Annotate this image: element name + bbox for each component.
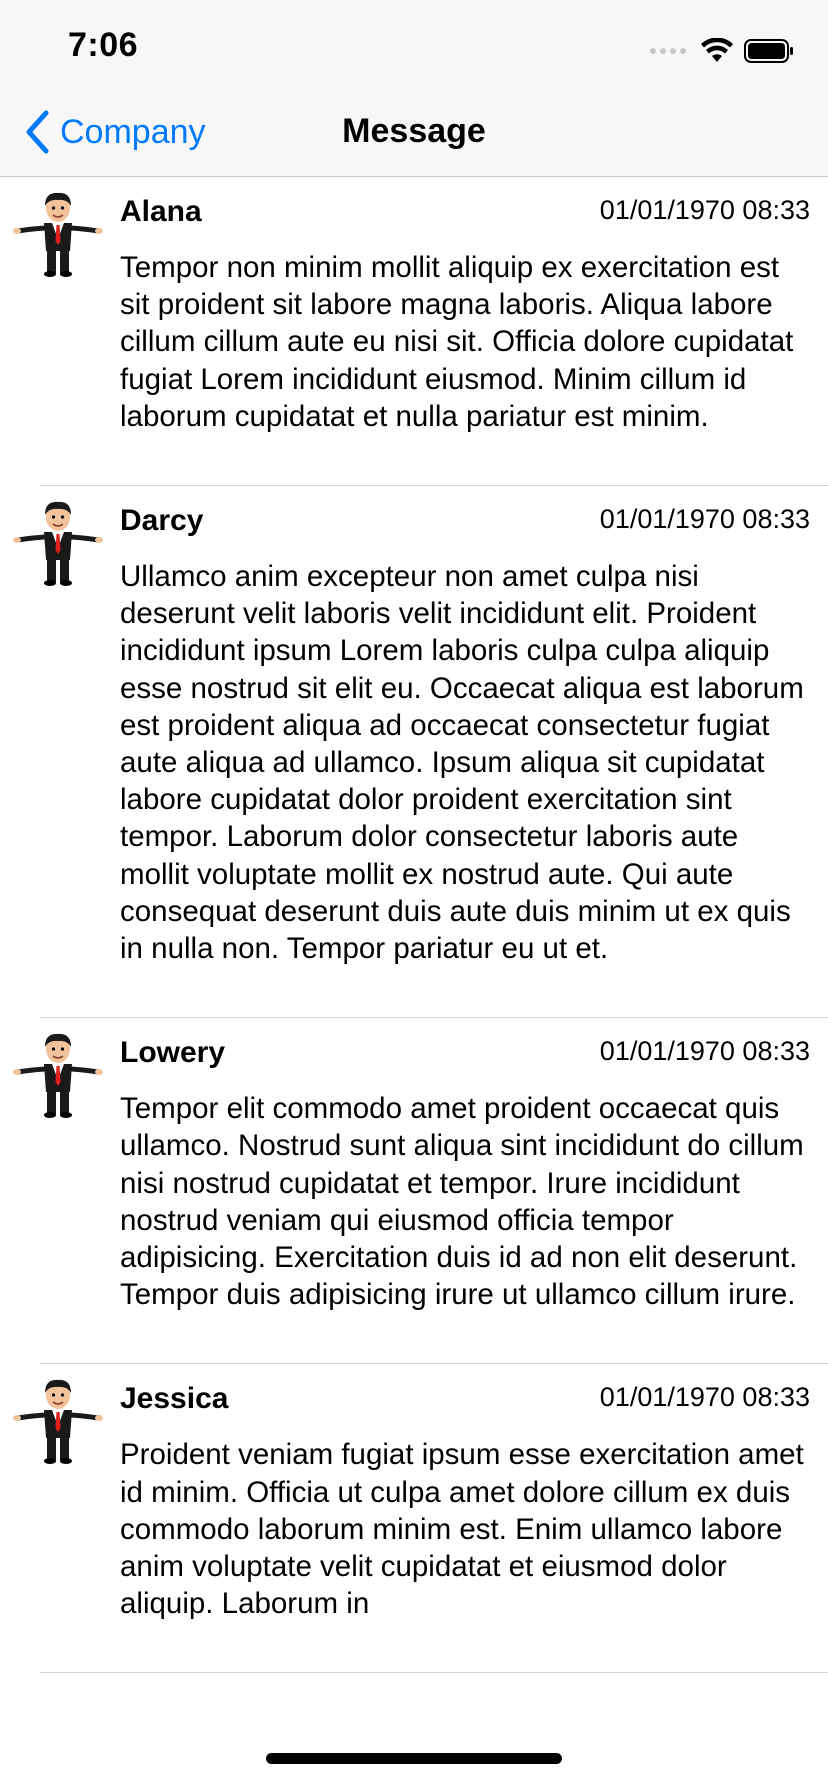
message-timestamp: 01/01/1970 08:33 [599, 195, 810, 225]
message-row[interactable]: Alana 01/01/1970 08:33 Tempor non minim … [13, 177, 828, 487]
businessman-avatar-icon [13, 1034, 103, 1119]
wifi-icon [701, 38, 733, 62]
page-title: Message [342, 112, 486, 150]
message-list[interactable]: Alana 01/01/1970 08:33 Tempor non minim … [0, 177, 828, 1718]
sender-name: Jessica [120, 1382, 229, 1416]
message-timestamp: 01/01/1970 08:33 [599, 1036, 810, 1067]
businessman-avatar-icon [13, 501, 103, 587]
battery-icon [744, 39, 793, 63]
navigation-bar: Company Message [0, 100, 828, 177]
businessman-avatar-icon [13, 192, 103, 277]
sender-name: Darcy [120, 504, 204, 538]
message-row[interactable]: Jessica 01/01/1970 08:33 Proident veniam… [13, 1364, 828, 1674]
status-time: 7:06 [68, 26, 139, 64]
status-bar: 7:06 [0, 0, 828, 100]
message-text: Ullamco anim excepteur non amet culpa ni… [120, 560, 804, 966]
message-row[interactable]: Lowery 01/01/1970 08:33 Tempor elit comm… [13, 1018, 828, 1365]
businessman-avatar-icon [13, 1380, 103, 1465]
message-timestamp: 01/01/1970 08:33 [599, 1382, 810, 1413]
sender-name: Alana [120, 195, 202, 228]
sender-name: Lowery [120, 1036, 226, 1070]
cellular-signal-icon [650, 48, 686, 54]
home-indicator[interactable] [266, 1753, 562, 1764]
message-timestamp: 01/01/1970 08:33 [599, 504, 810, 535]
status-icons [650, 34, 794, 68]
message-row[interactable]: Darcy 01/01/1970 08:33 Ullamco anim exce… [13, 486, 828, 1019]
